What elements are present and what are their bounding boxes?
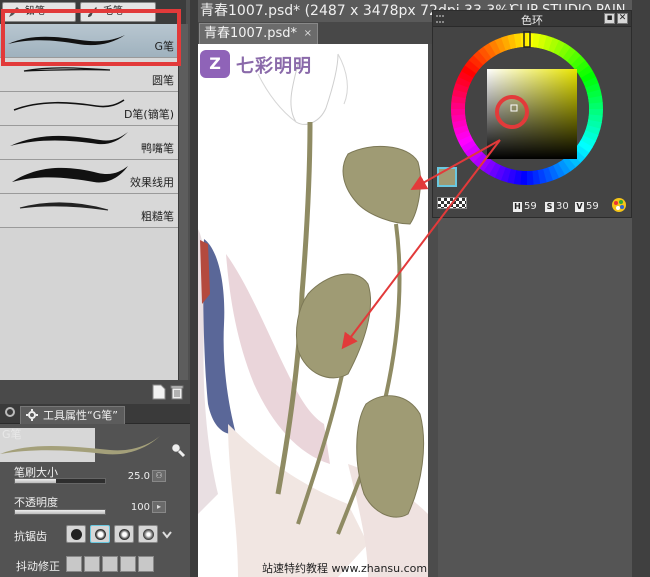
stabilization-level-3[interactable] [102, 556, 118, 572]
brush-item-round-pen[interactable]: 圆笔 [0, 58, 178, 92]
brush-list-empty-area [0, 228, 178, 380]
value-readout: V 59 [575, 201, 599, 213]
subtab-pencil[interactable]: 铅笔 [2, 2, 76, 22]
hue-ring-segment [451, 108, 466, 116]
color-wheel-titlebar[interactable]: 色环 ▪ ✕ [433, 11, 631, 27]
close-button[interactable]: ✕ [617, 13, 628, 24]
color-wheel-panel: 色环 ▪ ✕ H 59 S 30 V 59 [432, 10, 632, 218]
tab-document[interactable]: 青春1007.psd* × [199, 23, 318, 44]
opacity-value[interactable]: 100 [110, 502, 150, 513]
saturation-value[interactable]: 30 [556, 201, 569, 212]
opacity-slider-fill [15, 510, 105, 514]
tool-name: G笔 [2, 428, 22, 441]
pin-button[interactable]: ▪ [604, 13, 615, 24]
right-dock-frame [632, 0, 650, 577]
stabilization-level-2[interactable] [84, 556, 100, 572]
panel-divider[interactable] [190, 0, 198, 577]
brush-item-g-pen[interactable]: G笔 [0, 24, 178, 58]
antialias-strong-icon [143, 529, 154, 540]
close-icon[interactable]: × [304, 24, 312, 44]
magnify-icon[interactable] [170, 442, 186, 458]
antialias-weak-icon [95, 529, 106, 540]
new-preset-icon[interactable] [152, 384, 166, 400]
document-tab-label: 青春1007.psd* [204, 26, 297, 41]
tool-property-icon [5, 407, 15, 417]
brush-item-label: 粗糙笔 [141, 210, 174, 223]
chevron-down-icon[interactable] [162, 531, 172, 539]
antialias-medium-button[interactable] [114, 525, 134, 543]
hue-ring-segment [526, 170, 534, 185]
antialias-weak-button[interactable] [90, 525, 110, 543]
g-pen-stroke-preview [8, 35, 125, 46]
opacity-stepper[interactable]: ▸ [152, 501, 166, 513]
brush-item-label: G笔 [154, 40, 174, 53]
brush-size-value[interactable]: 25.0 [110, 471, 150, 482]
brush-list-scrollbar[interactable] [178, 24, 188, 380]
watermark-text: 站速特约教程 www.zhansu.com [262, 562, 428, 575]
brush-size-stepper[interactable]: ⚇ [152, 470, 166, 482]
brush-item-d-pen[interactable]: D笔(镝笔) [0, 92, 178, 126]
antialias-strong-button[interactable] [138, 525, 158, 543]
brush-item-label: 效果线用 [130, 176, 174, 189]
brush-panel: 铅笔 毛笔 G笔 圆笔 D笔(镝笔) 鸭嘴笔 效果线用 粗糙笔 工具属性“G笔”… [0, 0, 190, 577]
logo-badge: Z [200, 50, 230, 78]
brush-item-label: 鸭嘴笔 [141, 142, 174, 155]
foreground-color-swatch[interactable] [437, 167, 457, 187]
antialias-label: 抗锯齿 [14, 530, 47, 543]
hue-readout: H 59 [513, 201, 537, 213]
stabilization-label: 抖动修正 [16, 560, 60, 573]
antialias-none-button[interactable] [66, 525, 86, 543]
color-mode-icon[interactable] [611, 197, 627, 213]
sub-tool-tabs: 铅笔 毛笔 [0, 0, 186, 24]
trash-icon[interactable] [170, 384, 184, 400]
color-wheel-title: 色环 [521, 14, 543, 27]
brand-logo: Z 七彩明明 [200, 50, 320, 78]
brush-item-rough-pen[interactable]: 粗糙笔 [0, 194, 178, 228]
value-label: V [575, 202, 584, 212]
saturation-label: S [545, 202, 554, 212]
brush-item-label: D笔(镝笔) [123, 108, 174, 121]
saturation-readout: S 30 [545, 201, 569, 213]
stabilization-level-1[interactable] [66, 556, 82, 572]
brush-icon [88, 7, 97, 17]
brush-list-footer [0, 380, 190, 404]
brush-item-effect-line[interactable]: 效果线用 [0, 160, 178, 194]
hue-ring[interactable] [449, 31, 605, 187]
opacity-slider[interactable] [14, 509, 106, 515]
brush-size-slider[interactable] [14, 478, 106, 484]
hue-label: H [513, 202, 522, 212]
transparent-color-swatch[interactable] [437, 197, 467, 209]
subtab-brush-label: 毛笔 [103, 6, 123, 17]
stabilization-level-4[interactable] [120, 556, 136, 572]
lotus-artwork [198, 53, 428, 577]
tab-tool-properties[interactable]: 工具属性“G笔” [20, 406, 125, 424]
gear-icon [26, 409, 38, 421]
antialias-none-icon [71, 529, 82, 540]
subtab-pencil-label: 铅笔 [25, 6, 45, 17]
brush-preset-list: G笔 圆笔 D笔(镝笔) 鸭嘴笔 效果线用 粗糙笔 [0, 24, 178, 228]
logo-text: 七彩明明 [236, 56, 312, 77]
tool-properties-tab-label: 工具属性“G笔” [43, 409, 118, 422]
hue-value[interactable]: 59 [524, 201, 537, 212]
tool-stroke-preview [0, 428, 160, 462]
drawing-canvas[interactable] [198, 44, 428, 577]
value-value[interactable]: 59 [586, 201, 599, 212]
tool-properties-tabbar: 工具属性“G笔” [0, 404, 190, 424]
brush-item-label: 圆笔 [152, 74, 174, 87]
pencil-icon [9, 7, 19, 17]
brush-size-slider-fill [15, 479, 56, 483]
brush-item-duckbill-pen[interactable]: 鸭嘴笔 [0, 126, 178, 160]
tool-properties-panel: G笔 笔刷大小 25.0 ⚇ 不透明度 100 ▸ 抗锯齿 抖动修正 [0, 424, 190, 577]
hue-ring-segment [588, 102, 603, 110]
stabilization-level-5[interactable] [138, 556, 154, 572]
opacity-label: 不透明度 [14, 496, 58, 509]
subtab-brush[interactable]: 毛笔 [80, 2, 156, 22]
antialias-medium-icon [119, 529, 130, 540]
